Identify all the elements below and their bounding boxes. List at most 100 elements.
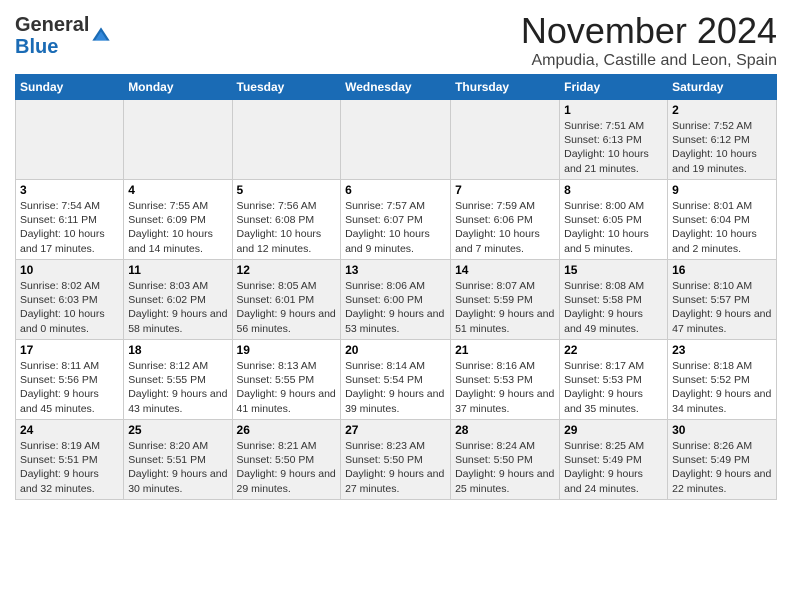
day-info: Sunrise: 8:11 AM Sunset: 5:56 PM Dayligh… bbox=[20, 360, 99, 415]
calendar-cell: 17 Sunrise: 8:11 AM Sunset: 5:56 PM Dayli… bbox=[16, 340, 124, 420]
week-row-4: 24 Sunrise: 8:19 AM Sunset: 5:51 PM Dayli… bbox=[16, 420, 777, 500]
calendar-cell: 13Sunrise: 8:06 AM Sunset: 6:00 PM Dayli… bbox=[341, 260, 451, 340]
day-info: Sunrise: 7:54 AM Sunset: 6:11 PM Dayligh… bbox=[20, 200, 105, 255]
week-row-3: 17 Sunrise: 8:11 AM Sunset: 5:56 PM Dayli… bbox=[16, 340, 777, 420]
day-number: 1 bbox=[564, 103, 663, 117]
day-number: 28 bbox=[455, 423, 555, 437]
day-info: Sunrise: 8:00 AM Sunset: 6:05 PM Dayligh… bbox=[564, 200, 649, 255]
col-thursday: Thursday bbox=[451, 75, 560, 100]
col-friday: Friday bbox=[560, 75, 668, 100]
day-number: 11 bbox=[128, 263, 227, 277]
page: General Blue November 2024 Ampudia, Cast… bbox=[0, 0, 792, 510]
day-info: Sunrise: 8:13 AM Sunset: 5:55 PM Dayligh… bbox=[237, 360, 336, 415]
day-info: Sunrise: 7:55 AM Sunset: 6:09 PM Dayligh… bbox=[128, 200, 213, 255]
calendar-cell: 7 Sunrise: 7:59 AM Sunset: 6:06 PM Daylig… bbox=[451, 180, 560, 260]
day-number: 22 bbox=[564, 343, 663, 357]
subtitle: Ampudia, Castille and Leon, Spain bbox=[521, 52, 777, 70]
calendar-cell: 14 Sunrise: 8:07 AM Sunset: 5:59 PM Dayli… bbox=[451, 260, 560, 340]
day-info: Sunrise: 8:17 AM Sunset: 5:53 PM Dayligh… bbox=[564, 360, 644, 415]
day-number: 25 bbox=[128, 423, 227, 437]
calendar-cell: 18 Sunrise: 8:12 AM Sunset: 5:55 PM Dayli… bbox=[124, 340, 232, 420]
day-number: 17 bbox=[20, 343, 119, 357]
week-row-2: 10 Sunrise: 8:02 AM Sunset: 6:03 PM Dayli… bbox=[16, 260, 777, 340]
day-number: 7 bbox=[455, 183, 555, 197]
day-info: Sunrise: 7:59 AM Sunset: 6:06 PM Dayligh… bbox=[455, 200, 540, 255]
day-info: Sunrise: 8:10 AM Sunset: 5:57 PM Dayligh… bbox=[672, 280, 771, 335]
day-number: 13 bbox=[345, 263, 446, 277]
day-info: Sunrise: 8:24 AM Sunset: 5:50 PM Dayligh… bbox=[455, 440, 554, 495]
day-info: Sunrise: 8:16 AM Sunset: 5:53 PM Dayligh… bbox=[455, 360, 554, 415]
day-info: Sunrise: 8:18 AM Sunset: 5:52 PM Dayligh… bbox=[672, 360, 771, 415]
col-monday: Monday bbox=[124, 75, 232, 100]
logo-text: General Blue bbox=[15, 14, 89, 58]
calendar-cell: 27Sunrise: 8:23 AM Sunset: 5:50 PM Dayli… bbox=[341, 420, 451, 500]
calendar-cell: 24 Sunrise: 8:19 AM Sunset: 5:51 PM Dayli… bbox=[16, 420, 124, 500]
day-info: Sunrise: 8:01 AM Sunset: 6:04 PM Dayligh… bbox=[672, 200, 757, 255]
day-number: 9 bbox=[672, 183, 772, 197]
calendar-cell bbox=[124, 100, 232, 180]
day-number: 16 bbox=[672, 263, 772, 277]
day-info: Sunrise: 8:19 AM Sunset: 5:51 PM Dayligh… bbox=[20, 440, 100, 495]
calendar-cell: 9 Sunrise: 8:01 AM Sunset: 6:04 PM Daylig… bbox=[668, 180, 777, 260]
day-number: 18 bbox=[128, 343, 227, 357]
calendar-cell: 2 Sunrise: 7:52 AM Sunset: 6:12 PM Daylig… bbox=[668, 100, 777, 180]
col-sunday: Sunday bbox=[16, 75, 124, 100]
day-number: 14 bbox=[455, 263, 555, 277]
calendar-table: Sunday Monday Tuesday Wednesday Thursday… bbox=[15, 74, 777, 500]
calendar-cell: 4Sunrise: 7:55 AM Sunset: 6:09 PM Daylig… bbox=[124, 180, 232, 260]
title-area: November 2024 Ampudia, Castille and Leon… bbox=[521, 10, 777, 70]
header-row: Sunday Monday Tuesday Wednesday Thursday… bbox=[16, 75, 777, 100]
logo-general: General bbox=[15, 14, 89, 36]
day-info: Sunrise: 8:25 AM Sunset: 5:49 PM Dayligh… bbox=[564, 440, 644, 495]
day-info: Sunrise: 8:12 AM Sunset: 5:55 PM Dayligh… bbox=[128, 360, 227, 415]
calendar-cell: 15 Sunrise: 8:08 AM Sunset: 5:58 PM Dayli… bbox=[560, 260, 668, 340]
day-number: 12 bbox=[237, 263, 337, 277]
calendar-cell: 10 Sunrise: 8:02 AM Sunset: 6:03 PM Dayli… bbox=[16, 260, 124, 340]
month-title: November 2024 bbox=[521, 10, 777, 52]
day-info: Sunrise: 8:02 AM Sunset: 6:03 PM Dayligh… bbox=[20, 280, 105, 335]
day-info: Sunrise: 8:07 AM Sunset: 5:59 PM Dayligh… bbox=[455, 280, 554, 335]
day-info: Sunrise: 8:14 AM Sunset: 5:54 PM Dayligh… bbox=[345, 360, 444, 415]
day-number: 10 bbox=[20, 263, 119, 277]
day-number: 15 bbox=[564, 263, 663, 277]
calendar-cell: 8 Sunrise: 8:00 AM Sunset: 6:05 PM Daylig… bbox=[560, 180, 668, 260]
calendar-cell: 6 Sunrise: 7:57 AM Sunset: 6:07 PM Daylig… bbox=[341, 180, 451, 260]
calendar-cell: 16 Sunrise: 8:10 AM Sunset: 5:57 PM Dayli… bbox=[668, 260, 777, 340]
day-number: 20 bbox=[345, 343, 446, 357]
calendar-cell bbox=[232, 100, 341, 180]
day-number: 24 bbox=[20, 423, 119, 437]
day-info: Sunrise: 8:21 AM Sunset: 5:50 PM Dayligh… bbox=[237, 440, 336, 495]
calendar-cell bbox=[16, 100, 124, 180]
day-info: Sunrise: 7:57 AM Sunset: 6:07 PM Dayligh… bbox=[345, 200, 430, 255]
day-number: 2 bbox=[672, 103, 772, 117]
week-row-1: 3 Sunrise: 7:54 AM Sunset: 6:11 PM Daylig… bbox=[16, 180, 777, 260]
calendar-cell: 22 Sunrise: 8:17 AM Sunset: 5:53 PM Dayli… bbox=[560, 340, 668, 420]
calendar-cell: 11 Sunrise: 8:03 AM Sunset: 6:02 PM Dayli… bbox=[124, 260, 232, 340]
calendar-cell: 20 Sunrise: 8:14 AM Sunset: 5:54 PM Dayli… bbox=[341, 340, 451, 420]
col-saturday: Saturday bbox=[668, 75, 777, 100]
day-info: Sunrise: 8:05 AM Sunset: 6:01 PM Dayligh… bbox=[237, 280, 336, 335]
calendar-cell: 1 Sunrise: 7:51 AM Sunset: 6:13 PM Daylig… bbox=[560, 100, 668, 180]
col-tuesday: Tuesday bbox=[232, 75, 341, 100]
day-number: 6 bbox=[345, 183, 446, 197]
day-info: Sunrise: 7:51 AM Sunset: 6:13 PM Dayligh… bbox=[564, 120, 649, 175]
calendar-cell bbox=[451, 100, 560, 180]
calendar-cell: 5Sunrise: 7:56 AM Sunset: 6:08 PM Daylig… bbox=[232, 180, 341, 260]
day-number: 3 bbox=[20, 183, 119, 197]
calendar-cell: 3 Sunrise: 7:54 AM Sunset: 6:11 PM Daylig… bbox=[16, 180, 124, 260]
logo-blue: Blue bbox=[15, 36, 58, 58]
calendar-cell bbox=[341, 100, 451, 180]
calendar-cell: 21Sunrise: 8:16 AM Sunset: 5:53 PM Dayli… bbox=[451, 340, 560, 420]
calendar-cell: 19Sunrise: 8:13 AM Sunset: 5:55 PM Dayli… bbox=[232, 340, 341, 420]
day-number: 8 bbox=[564, 183, 663, 197]
calendar-cell: 23Sunrise: 8:18 AM Sunset: 5:52 PM Dayli… bbox=[668, 340, 777, 420]
day-info: Sunrise: 8:03 AM Sunset: 6:02 PM Dayligh… bbox=[128, 280, 227, 335]
day-number: 27 bbox=[345, 423, 446, 437]
day-info: Sunrise: 7:52 AM Sunset: 6:12 PM Dayligh… bbox=[672, 120, 757, 175]
day-info: Sunrise: 7:56 AM Sunset: 6:08 PM Dayligh… bbox=[237, 200, 322, 255]
day-info: Sunrise: 8:20 AM Sunset: 5:51 PM Dayligh… bbox=[128, 440, 227, 495]
day-info: Sunrise: 8:26 AM Sunset: 5:49 PM Dayligh… bbox=[672, 440, 771, 495]
day-info: Sunrise: 8:08 AM Sunset: 5:58 PM Dayligh… bbox=[564, 280, 644, 335]
calendar-cell: 26Sunrise: 8:21 AM Sunset: 5:50 PM Dayli… bbox=[232, 420, 341, 500]
week-row-0: 1 Sunrise: 7:51 AM Sunset: 6:13 PM Daylig… bbox=[16, 100, 777, 180]
